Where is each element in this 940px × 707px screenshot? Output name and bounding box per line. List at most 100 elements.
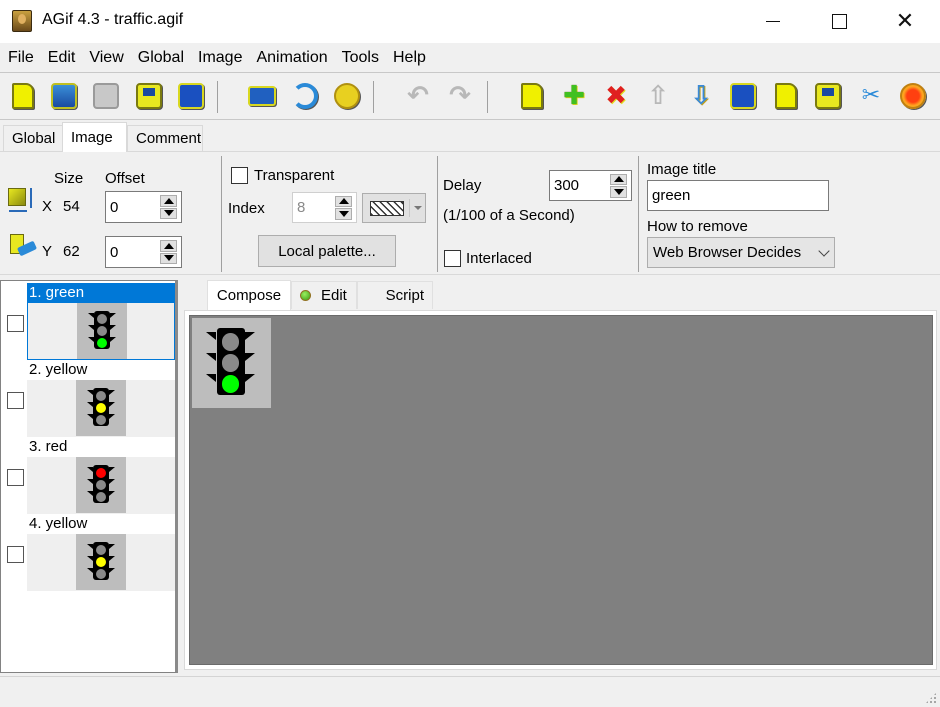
maximize-button[interactable] [806,0,872,43]
import-image-button[interactable] [728,81,758,111]
tab-edit[interactable]: Edit [291,281,357,309]
spin-down-button[interactable] [160,252,177,264]
tab-comment[interactable]: Comment [127,125,203,151]
duplicate-frame-button[interactable] [771,81,801,111]
frame-checkbox[interactable] [7,546,24,563]
menu-view[interactable]: View [83,49,129,67]
traffic-light-visor [87,467,93,472]
delay-unit-label: (1/100 of a Second) [443,207,575,224]
index-input[interactable]: 8 [292,192,357,223]
y-offset-input[interactable]: 0 [105,236,182,268]
picker-divider [409,199,410,217]
frame-checkbox[interactable] [7,392,24,409]
hatch-swatch-icon [370,200,404,216]
y-offset-spinner[interactable] [160,240,177,264]
menu-edit[interactable]: Edit [42,49,82,67]
transparent-color-picker[interactable] [362,193,426,223]
delay-label: Delay [443,177,482,194]
traffic-light-lamp-green [221,375,240,393]
minimize-button[interactable] [740,0,806,43]
delay-value: 300 [554,177,580,194]
export-button[interactable] [176,81,206,111]
y-label: Y [42,243,53,260]
tab-script[interactable]: Script [357,281,433,309]
traffic-light-visor [109,568,115,573]
x-offset-spinner[interactable] [160,195,177,219]
delay-spinner[interactable] [610,173,627,198]
frame-item[interactable]: 2. yellow [1,360,176,437]
spin-down-button[interactable] [610,186,627,198]
compose-canvas[interactable] [189,315,933,665]
menu-animation[interactable]: Animation [250,49,333,67]
spin-up-button[interactable] [610,173,627,185]
extract-frames-button[interactable] [813,81,843,111]
new-file-icon [12,83,34,109]
frame-item[interactable]: 4. yellow [1,514,176,591]
frame-thumbnail [76,457,126,513]
frame-item[interactable]: 1. green [1,283,176,360]
delay-input[interactable]: 300 [549,170,632,201]
frame-checkbox[interactable] [7,315,24,332]
add-frame-button[interactable] [517,81,547,111]
new-file-button[interactable] [8,81,38,111]
delete-frame-button[interactable]: ✖ [601,81,631,111]
interlaced-checkbox[interactable] [444,250,461,267]
delete-x-icon: ✖ [605,81,627,111]
size-label: Size [54,170,84,187]
frame-list[interactable]: 1. green 2. yellow 3. red 4. yellow [0,280,178,673]
traffic-light-visor [87,568,93,573]
image-title-input[interactable]: green [647,180,829,211]
duplicate-icon [775,83,797,109]
image-properties-panel: Size Offset X 54 0 Y 62 0 Transparent In… [0,151,940,275]
move-up-button[interactable]: ⇧ [643,81,673,111]
menu-tools[interactable]: Tools [336,49,385,67]
move-down-button[interactable]: ⇩ [686,81,716,111]
tab-global[interactable]: Global [3,125,63,151]
menu-image[interactable]: Image [192,49,248,67]
canvas-frame-image[interactable] [192,318,271,408]
save-button[interactable] [134,81,164,111]
import-button[interactable] [91,81,121,111]
reload-icon [292,83,318,109]
undo-button[interactable]: ↶ [403,81,433,111]
insert-frame-button[interactable]: ✚ [559,81,589,111]
close-button[interactable]: ✕ [872,0,938,43]
spin-up-button[interactable] [335,195,352,207]
traffic-light-lamp-green [96,492,106,502]
tab-compose[interactable]: Compose [207,280,291,310]
x-offset-input[interactable]: 0 [105,191,182,223]
resize-icon [8,188,34,216]
x-label: X [42,198,53,215]
menu-bar: File Edit View Global Image Animation To… [0,43,940,72]
cut-paste-button[interactable]: ✂ [856,81,886,111]
local-palette-button[interactable]: Local palette... [258,235,396,267]
menu-file[interactable]: File [2,49,40,67]
reload-button[interactable] [290,81,320,111]
spin-down-button[interactable] [160,207,177,219]
frame-label: 4. yellow [29,515,88,532]
capture-video-button[interactable] [247,81,277,111]
optimize-button[interactable] [332,81,362,111]
open-file-button[interactable] [49,81,79,111]
resize-grip[interactable] [925,692,937,704]
arrow-up-icon [613,176,624,183]
transparent-checkbox[interactable] [231,167,248,184]
redo-button[interactable]: ↷ [445,81,475,111]
index-value: 8 [297,199,306,216]
spin-up-button[interactable] [160,240,177,252]
how-to-remove-select[interactable]: Web Browser Decides [647,237,835,268]
spin-up-button[interactable] [160,195,177,207]
traffic-light-visor [244,352,255,361]
preview-button[interactable] [898,81,928,111]
index-label: Index [228,200,265,217]
menu-global[interactable]: Global [132,49,190,67]
traffic-light-visor [109,491,115,496]
tab-edit-label: Edit [321,287,347,304]
frame-checkbox[interactable] [7,469,24,486]
index-spinner[interactable] [335,195,352,220]
spin-down-button[interactable] [335,208,352,220]
traffic-light-lamp-red [96,545,106,555]
menu-help[interactable]: Help [387,49,432,67]
frame-item[interactable]: 3. red [1,437,176,514]
tab-image[interactable]: Image [62,122,127,152]
